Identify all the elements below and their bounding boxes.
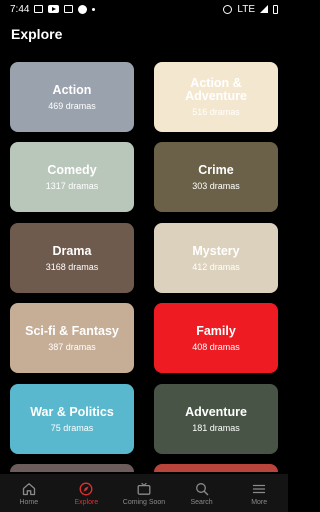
youtube-icon xyxy=(48,5,60,13)
more-notifications-icon xyxy=(92,7,96,11)
category-card-action[interactable]: Action 469 dramas xyxy=(10,62,134,132)
category-card-drama[interactable]: Drama 3168 dramas xyxy=(10,223,134,293)
menu-icon xyxy=(251,481,267,497)
nav-coming-soon[interactable]: Coming Soon xyxy=(115,481,172,506)
gallery-icon xyxy=(64,5,74,13)
category-count: 412 dramas xyxy=(192,261,240,272)
category-card-partial-right[interactable] xyxy=(154,464,278,472)
nav-label: More xyxy=(251,498,268,506)
nav-label: Explore xyxy=(74,498,99,506)
category-count: 181 dramas xyxy=(192,422,240,433)
tv-icon xyxy=(136,481,152,497)
nav-label: Search xyxy=(190,498,213,506)
category-count: 3168 dramas xyxy=(45,261,99,272)
category-name: Family xyxy=(196,323,236,338)
home-icon xyxy=(21,481,37,497)
nav-home[interactable]: Home xyxy=(0,481,57,506)
page-title: Explore xyxy=(11,26,63,42)
category-card-adventure[interactable]: Adventure 181 dramas xyxy=(154,384,278,454)
category-card-partial-left[interactable] xyxy=(10,464,134,472)
message-icon xyxy=(34,5,44,13)
category-name: Sci-fi & Fantasy xyxy=(25,323,119,338)
category-name: Action & Adventure xyxy=(185,76,247,103)
nav-label: Coming Soon xyxy=(122,498,166,506)
category-name: Adventure xyxy=(185,404,247,419)
category-name: Action xyxy=(52,82,92,97)
alarm-icon xyxy=(223,4,233,14)
search-icon xyxy=(194,481,210,497)
nav-more[interactable]: More xyxy=(231,481,288,506)
category-grid: Action 469 dramas Action & Adventure 516… xyxy=(10,62,278,472)
category-card-comedy[interactable]: Comedy 1317 dramas xyxy=(10,142,134,212)
category-card-action-adventure[interactable]: Action & Adventure 516 dramas xyxy=(154,62,278,132)
category-name: War & Politics xyxy=(30,404,114,419)
nav-explore[interactable]: Explore xyxy=(58,481,115,506)
status-right: LTE xyxy=(223,4,278,15)
app-circle-icon xyxy=(78,4,88,14)
nav-label: Home xyxy=(19,498,39,506)
category-card-mystery[interactable]: Mystery 412 dramas xyxy=(154,223,278,293)
nav-search[interactable]: Search xyxy=(173,481,230,506)
category-count: 303 dramas xyxy=(192,180,240,191)
category-count: 469 dramas xyxy=(48,100,96,111)
category-name: Crime xyxy=(198,162,234,177)
category-card-war-politics[interactable]: War & Politics 75 dramas xyxy=(10,384,134,454)
signal-icon xyxy=(260,5,268,13)
category-name: Drama xyxy=(52,243,92,258)
category-count: 408 dramas xyxy=(192,341,240,352)
status-time: 7:44 xyxy=(10,3,30,15)
category-count: 1317 dramas xyxy=(45,180,99,191)
status-left: 7:44 xyxy=(10,3,96,15)
category-card-scifi-fantasy[interactable]: Sci-fi & Fantasy 387 dramas xyxy=(10,303,134,373)
status-bar: 7:44 LTE xyxy=(0,0,288,18)
bottom-nav: Home Explore Coming Soon Search More xyxy=(0,474,288,512)
category-count: 516 dramas xyxy=(192,107,240,117)
category-count: 387 dramas xyxy=(48,341,96,352)
battery-icon xyxy=(273,4,278,14)
category-card-crime[interactable]: Crime 303 dramas xyxy=(154,142,278,212)
network-type: LTE xyxy=(237,3,255,15)
category-card-family[interactable]: Family 408 dramas xyxy=(154,303,278,373)
category-count: 75 dramas xyxy=(50,422,94,433)
category-name: Comedy xyxy=(47,162,97,177)
category-name: Mystery xyxy=(192,243,240,258)
compass-icon xyxy=(78,481,94,497)
